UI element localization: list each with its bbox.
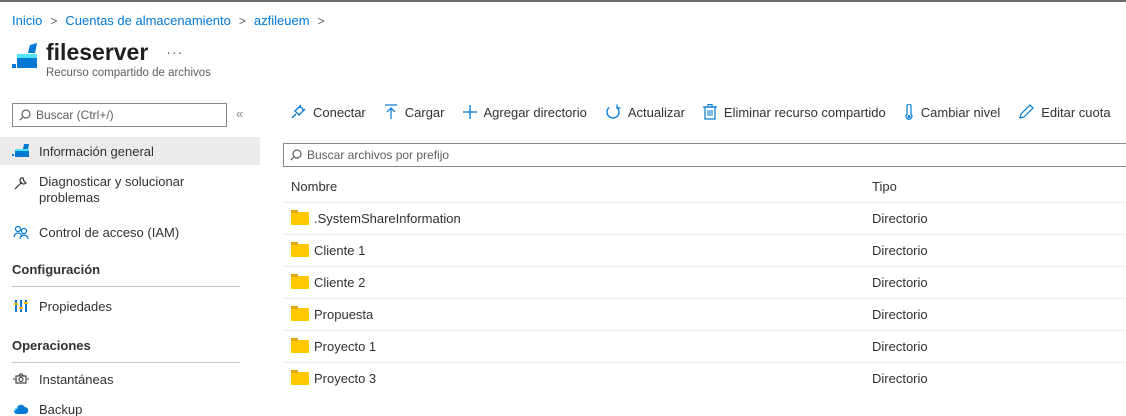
sidebar-item-label: Diagnosticar y solucionar problemas — [39, 174, 185, 205]
file-type: Directorio — [872, 339, 928, 354]
add-directory-label: Agregar directorio — [483, 104, 587, 120]
table-row[interactable]: Proyecto 1 Directorio — [283, 330, 1126, 362]
sidebar-search-input[interactable]: Buscar (Ctrl+/) — [12, 103, 227, 127]
collapse-sidebar-button[interactable]: « — [236, 106, 243, 121]
folder-icon — [291, 274, 309, 289]
refresh-icon — [606, 104, 621, 119]
folder-icon — [291, 242, 309, 257]
table-header: Nombre Tipo — [283, 170, 1126, 202]
file-type: Directorio — [872, 307, 928, 322]
table-row[interactable]: Propuesta Directorio — [283, 298, 1126, 330]
plus-icon — [462, 105, 477, 119]
sidebar-search-placeholder: Buscar (Ctrl+/) — [36, 108, 114, 122]
file-name[interactable]: Propuesta — [314, 307, 373, 322]
file-type: Directorio — [872, 275, 928, 290]
table-row[interactable]: .SystemShareInformation Directorio — [283, 202, 1126, 234]
resource-header: fileserver ··· Recurso compartido de arc… — [12, 38, 211, 79]
connect-label: Conectar — [313, 104, 366, 120]
prefix-search-placeholder: Buscar archivos por prefijo — [307, 148, 450, 162]
search-icon — [290, 149, 302, 161]
table-row[interactable]: Proyecto 3 Directorio — [283, 362, 1126, 394]
upload-icon — [384, 104, 397, 119]
refresh-label: Actualizar — [627, 104, 685, 120]
table-row[interactable]: Cliente 2 Directorio — [283, 266, 1126, 298]
breadcrumb-separator: > — [238, 13, 246, 28]
upload-label: Cargar — [404, 104, 445, 120]
backup-cloud-icon — [12, 400, 30, 416]
sidebar-item-label: Instantáneas — [39, 371, 114, 387]
column-header-type[interactable]: Tipo — [872, 179, 897, 194]
table-row[interactable]: Cliente 1 Directorio — [283, 234, 1126, 266]
sidebar-item-label: Control de acceso (IAM) — [39, 224, 180, 240]
sidebar-item-diagnose[interactable]: Diagnosticar y solucionar problemas — [0, 174, 260, 210]
command-bar: Conectar Cargar Agregar directorio Actua… — [290, 104, 1126, 120]
column-header-name[interactable]: Nombre — [291, 179, 337, 194]
sidebar-item-label: Backup — [39, 401, 83, 416]
change-tier-label: Cambiar nivel — [920, 104, 1001, 120]
change-tier-button[interactable]: Cambiar nivel — [904, 104, 1000, 120]
folder-icon — [291, 338, 309, 353]
delete-share-label: Eliminar recurso compartido — [723, 104, 886, 120]
folder-icon — [291, 306, 309, 321]
add-directory-button[interactable]: Agregar directorio — [462, 104, 587, 120]
sidebar: Buscar (Ctrl+/) « Información general Di… — [0, 98, 260, 416]
people-icon — [12, 223, 30, 241]
thermometer-icon — [905, 104, 913, 120]
trash-icon — [702, 104, 717, 120]
file-type: Directorio — [872, 211, 928, 226]
properties-icon — [12, 297, 30, 315]
wrench-icon — [12, 174, 30, 192]
section-title-configuration: Configuración — [12, 262, 101, 277]
sidebar-item-label: Información general — [39, 143, 154, 159]
file-name[interactable]: .SystemShareInformation — [314, 211, 461, 226]
snapshot-icon — [12, 370, 30, 388]
section-title-operations: Operaciones — [12, 338, 91, 353]
divider — [12, 362, 240, 363]
sidebar-item-snapshots[interactable]: Instantáneas — [0, 368, 260, 390]
file-name[interactable]: Proyecto 1 — [314, 339, 376, 354]
file-name[interactable]: Proyecto 3 — [314, 371, 376, 386]
sidebar-item-overview[interactable]: Información general — [0, 137, 260, 165]
breadcrumb-inicio[interactable]: Inicio — [12, 13, 42, 28]
delete-share-button[interactable]: Eliminar recurso compartido — [702, 104, 886, 120]
breadcrumb-separator: > — [50, 13, 58, 28]
file-share-icon — [12, 43, 37, 68]
sidebar-item-properties[interactable]: Propiedades — [0, 295, 260, 317]
connect-button[interactable]: Conectar — [290, 104, 366, 120]
top-border — [0, 0, 1126, 2]
breadcrumb-azfileuem[interactable]: azfileuem — [254, 13, 310, 28]
sidebar-item-label: Propiedades — [39, 298, 112, 314]
divider — [12, 286, 240, 287]
breadcrumb: Inicio > Cuentas de almacenamiento > azf… — [12, 13, 333, 28]
file-type: Directorio — [872, 243, 928, 258]
page-title: fileserver ··· — [46, 38, 211, 66]
file-name[interactable]: Cliente 1 — [314, 243, 365, 258]
sidebar-item-backup[interactable]: Backup — [0, 398, 260, 416]
file-name[interactable]: Cliente 2 — [314, 275, 365, 290]
more-options-button[interactable]: ··· — [166, 38, 183, 66]
plug-icon — [291, 104, 306, 119]
edit-quota-button[interactable]: Editar cuota — [1018, 104, 1111, 120]
search-icon — [19, 109, 31, 121]
pencil-icon — [1019, 104, 1035, 119]
folder-icon — [291, 370, 309, 385]
resource-type-label: Recurso compartido de archivos — [46, 67, 211, 79]
refresh-button[interactable]: Actualizar — [605, 104, 685, 120]
prefix-search-input[interactable]: Buscar archivos por prefijo — [283, 143, 1126, 167]
folder-icon — [291, 210, 309, 225]
edit-quota-label: Editar cuota — [1041, 104, 1111, 120]
file-share-icon — [12, 142, 30, 160]
breadcrumb-storage-accounts[interactable]: Cuentas de almacenamiento — [65, 13, 231, 28]
sidebar-item-iam[interactable]: Control de acceso (IAM) — [0, 221, 260, 243]
breadcrumb-separator: > — [317, 13, 325, 28]
file-type: Directorio — [872, 371, 928, 386]
upload-button[interactable]: Cargar — [384, 104, 445, 120]
page-title-text: fileserver — [46, 39, 149, 65]
